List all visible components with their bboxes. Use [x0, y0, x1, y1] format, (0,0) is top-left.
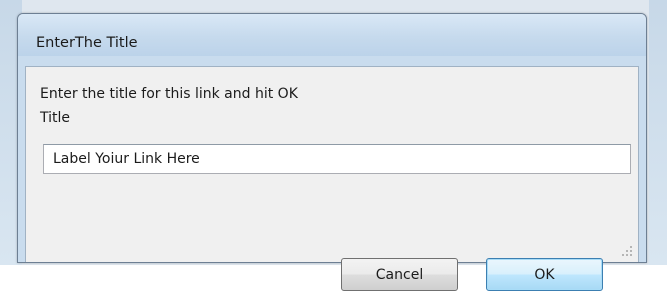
cancel-button[interactable]: Cancel	[341, 258, 458, 291]
title-input[interactable]	[43, 144, 631, 174]
backdrop-edge-right	[649, 0, 667, 265]
ok-button[interactable]: OK	[486, 258, 603, 291]
dialog-body: Enter the title for this link and hit OK…	[25, 66, 639, 291]
dialog-prompt-text: Enter the title for this link and hit OK	[40, 86, 298, 102]
dialog-titlebar[interactable]: EnterThe Title	[18, 14, 646, 56]
resize-grip-icon[interactable]	[620, 244, 632, 256]
title-field-label: Title	[40, 110, 71, 126]
dialog-title: EnterThe Title	[36, 35, 138, 51]
title-dialog-window: EnterThe Title Enter the title for this …	[17, 13, 647, 291]
